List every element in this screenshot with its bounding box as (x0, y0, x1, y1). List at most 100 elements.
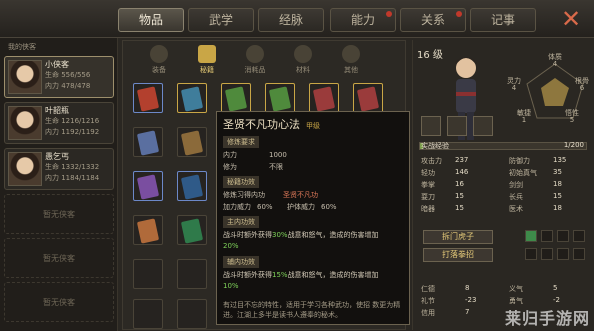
book-icon (136, 86, 160, 112)
stat-label: 暗器 (421, 205, 435, 213)
stat-initial-qi: 初始真气 35 (509, 168, 562, 178)
item-slot[interactable] (177, 299, 207, 329)
trait-value: 5 (553, 284, 558, 292)
item-slot[interactable] (221, 83, 251, 113)
trait-value: -2 (553, 296, 560, 304)
desc-highlight: 15% (272, 271, 288, 279)
member-mp: 内力 478/478 (45, 82, 91, 90)
member-mp: 内力 1192/1192 (45, 128, 100, 136)
stat-agility: 轻功 146 (421, 168, 468, 178)
stat-fist: 拳掌 16 (421, 180, 464, 190)
empty-party-slot: 暂无侠客 (4, 238, 114, 278)
desc-text: 战意和怒气，造成的伤害增加 (287, 231, 379, 239)
section-effects: 秘籍功效 (223, 176, 259, 188)
radar-value: 5 (569, 116, 575, 124)
skill-slot[interactable] (557, 230, 569, 242)
item-slot[interactable] (133, 83, 163, 113)
skill-slot[interactable] (573, 230, 585, 242)
subtab-label: 装备 (152, 66, 166, 74)
item-slot[interactable] (177, 127, 207, 157)
skill-slot[interactable] (541, 248, 553, 260)
tab-journal[interactable]: 记事 (470, 8, 536, 32)
stat-value: 15 (455, 192, 464, 200)
avatar (8, 60, 42, 94)
subtab-materials[interactable]: 材料 (281, 45, 325, 77)
item-slot[interactable] (133, 127, 163, 157)
armor-slot[interactable] (447, 116, 467, 136)
tab-meridians[interactable]: 经脉 (258, 8, 324, 32)
member-mp: 内力 1184/1184 (45, 174, 100, 182)
trait-label: 义气 (509, 285, 523, 293)
item-slot[interactable] (353, 83, 383, 113)
party-panel: 我的侠客 小侠客 生命 556/556 内力 478/478 叶韶瓶 生命 12… (0, 38, 118, 331)
book-icon (312, 86, 336, 112)
accessory-slot[interactable] (473, 116, 493, 136)
power-value: 60% (257, 203, 273, 211)
subtab-manuals[interactable]: 秘籍 (185, 45, 229, 77)
item-title: 圣贤不凡功心法 (223, 118, 300, 131)
experience-label: 实战经验 (421, 142, 449, 150)
stat-label: 拳掌 (421, 181, 435, 189)
book-icon (180, 86, 204, 112)
stat-value: 18 (553, 180, 562, 188)
skill-slot[interactable] (573, 248, 585, 260)
item-slot[interactable] (177, 83, 207, 113)
sub-effect-text: 战斗时额外获得15%战意和怒气，造成的伤害增加 10% (223, 270, 403, 292)
trait-benevolence: 仁德 8 (421, 284, 469, 294)
skill-slot[interactable] (541, 230, 553, 242)
watermark: 莱归手游网 (504, 309, 590, 328)
stat-value: 146 (455, 168, 469, 176)
stat-medicine: 医术 18 (509, 204, 562, 214)
item-slot[interactable] (177, 171, 207, 201)
member-name: 叶韶瓶 (45, 106, 69, 115)
party-member[interactable]: 小侠客 生命 556/556 内力 478/478 (4, 56, 114, 98)
tab-items[interactable]: 物品 (118, 8, 184, 32)
item-slot[interactable] (309, 83, 339, 113)
item-slot[interactable] (133, 171, 163, 201)
item-slot[interactable] (177, 215, 207, 245)
learn-label: 修炼习得内功 (223, 191, 265, 199)
desc-text: 战斗时额外获得 (223, 231, 272, 239)
misc-icon (342, 45, 360, 63)
radar-value: 4 (552, 60, 558, 68)
close-icon[interactable]: ✕ (558, 6, 584, 32)
subtab-others[interactable]: 其他 (329, 45, 373, 77)
item-slot[interactable] (133, 215, 163, 245)
item-slot[interactable] (133, 259, 163, 289)
item-tooltip: 圣贤不凡功心法 甲级 修炼要求 内力 1000 修为 不限 秘籍功效 修炼习得内功 圣贤… (216, 111, 410, 325)
weapon-slot[interactable] (421, 116, 441, 136)
radar-value: 6 (579, 84, 585, 92)
skill-slot[interactable] (557, 248, 569, 260)
empty-party-slot: 暂无侠客 (4, 282, 114, 322)
tab-relations[interactable]: 关系 (400, 8, 466, 32)
trait-label: 礼节 (421, 297, 435, 305)
req-limit-label: 修为 (223, 163, 237, 171)
party-member[interactable]: 叶韶瓶 生命 1216/1216 内力 1192/1192 (4, 102, 114, 144)
req-neili-value: 1000 (269, 151, 287, 159)
skill-slot[interactable] (525, 248, 537, 260)
skill-button[interactable]: 拆门虎子 (423, 230, 493, 244)
party-member[interactable]: 愚乞丐 生命 1332/1332 内力 1184/1184 (4, 148, 114, 190)
skill-slot[interactable] (525, 230, 537, 242)
tab-martial-arts[interactable]: 武学 (188, 8, 254, 32)
item-slot[interactable] (177, 259, 207, 289)
stat-label: 长兵 (509, 193, 523, 201)
trait-loyalty: 义气 5 (509, 284, 557, 294)
skill-button[interactable]: 打落拳招 (423, 248, 493, 262)
stat-label: 攻击力 (421, 157, 442, 165)
stat-label: 轻功 (421, 169, 435, 177)
tab-abilities[interactable]: 能力 (330, 8, 396, 32)
radar-value: 4 (511, 84, 517, 92)
section-sub-effect: 辅内功效 (223, 256, 259, 268)
item-slot[interactable] (133, 299, 163, 329)
book-icon (136, 130, 160, 156)
item-description: 有过目不忘的特性，适用于学习各种武功，使招 数更为精进。江湖上多半是读书人遵奉的… (223, 301, 401, 319)
power-label: 加力威力 (223, 203, 251, 211)
stat-value: 35 (553, 168, 562, 176)
item-slot[interactable] (265, 83, 295, 113)
subtab-equipment[interactable]: 装备 (137, 45, 181, 77)
stat-value: 15 (553, 192, 562, 200)
subtab-consumables[interactable]: 消耗品 (233, 45, 277, 77)
desc-highlight: 10% (223, 282, 239, 290)
stat-label: 剑剑 (509, 181, 523, 189)
